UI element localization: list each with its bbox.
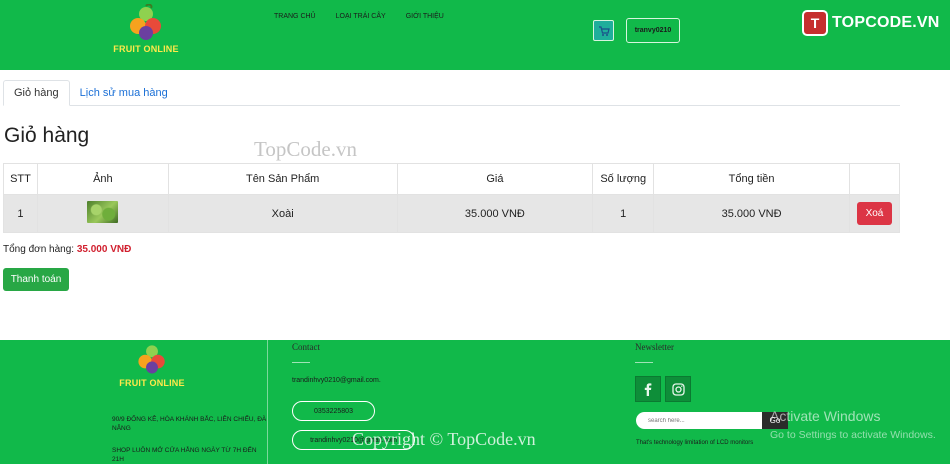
cell-stt: 1	[3, 194, 38, 233]
col-header-product-name: Tên Sản Phẩm	[167, 163, 398, 195]
table-row: 1 Xoài 35.000 VNĐ 1 35.000 VNĐ Xoá	[3, 194, 901, 233]
cell-product-name: Xoài	[167, 194, 398, 233]
site-header: FRUIT ONLINE TRANG CHỦ LOẠI TRÁI CÂY GIỚ…	[0, 0, 950, 70]
cell-total: 35.000 VNĐ	[653, 194, 850, 233]
cell-action: Xoá	[848, 194, 901, 233]
instagram-button[interactable]	[665, 376, 691, 402]
copyright-watermark: Copyright © TopCode.vn	[352, 429, 536, 449]
col-header-stt: STT	[3, 163, 38, 195]
contact-heading-underline	[292, 362, 310, 363]
contact-heading: Contact	[292, 342, 320, 352]
topcode-logo-icon: T	[802, 10, 828, 36]
table-header-row: STT Ảnh Tên Sản Phẩm Giá Số lượng Tổng t…	[3, 163, 901, 195]
windows-activate-subtext: Go to Settings to activate Windows.	[770, 429, 936, 441]
nav-fruit-types[interactable]: LOẠI TRÁI CÂY	[336, 13, 386, 20]
logo-text: FRUIT ONLINE	[113, 44, 179, 54]
newsletter-search-input[interactable]	[636, 412, 762, 429]
cart-icon	[598, 25, 610, 36]
delete-button[interactable]: Xoá	[856, 202, 893, 225]
newsletter-heading: Newsletter	[635, 342, 674, 352]
col-header-action	[848, 163, 901, 195]
product-thumbnail	[87, 201, 119, 223]
cell-quantity: 1	[592, 194, 655, 233]
main-nav: TRANG CHỦ LOẠI TRÁI CÂY GIỚI THIỆU	[274, 13, 444, 20]
col-header-total: Tổng tiền	[653, 163, 850, 195]
site-logo[interactable]: FRUIT ONLINE	[106, 4, 186, 60]
tab-cart[interactable]: Giỏ hàng	[3, 80, 70, 106]
facebook-icon	[644, 382, 652, 396]
col-header-price: Giá	[396, 163, 594, 195]
footer-logo-text: FRUIT ONLINE	[119, 378, 185, 388]
watermark-text: TopCode.vn	[254, 137, 357, 161]
watermark-logo-text: TOPCODE.VN	[832, 14, 940, 31]
cell-price: 35.000 VNĐ	[396, 194, 594, 233]
nav-about[interactable]: GIỚI THIỆU	[406, 13, 444, 20]
order-total-label: Tổng đơn hàng:	[3, 244, 75, 255]
cell-image	[36, 194, 169, 233]
order-total: Tổng đơn hàng: 35.000 VNĐ	[3, 244, 131, 255]
order-total-value: 35.000 VNĐ	[76, 244, 132, 255]
fruit-logo-icon	[138, 345, 165, 374]
contact-email: trandinhvy0210@gmail.com.	[292, 377, 381, 384]
nav-home[interactable]: TRANG CHỦ	[274, 13, 316, 20]
newsletter-note: That's technology limitation of LCD moni…	[636, 440, 754, 446]
watermark-logo: T TOPCODE.VN	[802, 10, 940, 36]
col-header-image: Ảnh	[36, 163, 169, 195]
cart-button[interactable]	[593, 20, 614, 41]
checkout-button[interactable]: Thanh toán	[3, 268, 69, 291]
footer-address: 90/9 ĐỐNG KÊ, HÒA KHÁNH BẮC, LIÊN CHIỂU,…	[112, 416, 267, 432]
cart-table: STT Ảnh Tên Sản Phẩm Giá Số lượng Tổng t…	[3, 163, 901, 233]
windows-activate-overlay: Activate Windows	[770, 408, 881, 424]
newsletter-heading-underline	[635, 362, 653, 363]
footer-logo: FRUIT ONLINE	[115, 342, 189, 388]
instagram-icon	[671, 382, 685, 396]
tab-bar: Giỏ hàng Lịch sử mua hàng	[3, 80, 900, 106]
fruit-logo-icon	[130, 4, 161, 40]
tab-purchase-history[interactable]: Lịch sử mua hàng	[70, 80, 178, 106]
user-account-button[interactable]: tranvy0210	[626, 18, 680, 43]
phone-pill[interactable]: 0353225803	[292, 401, 375, 421]
facebook-button[interactable]	[635, 376, 661, 402]
page-title: Giỏ hàng	[4, 124, 90, 147]
footer-hours: SHOP LUÔN MỞ CỬA HẰNG NGÀY TỪ 7H ĐẾN 21H	[112, 447, 257, 463]
col-header-quantity: Số lượng	[592, 163, 655, 195]
